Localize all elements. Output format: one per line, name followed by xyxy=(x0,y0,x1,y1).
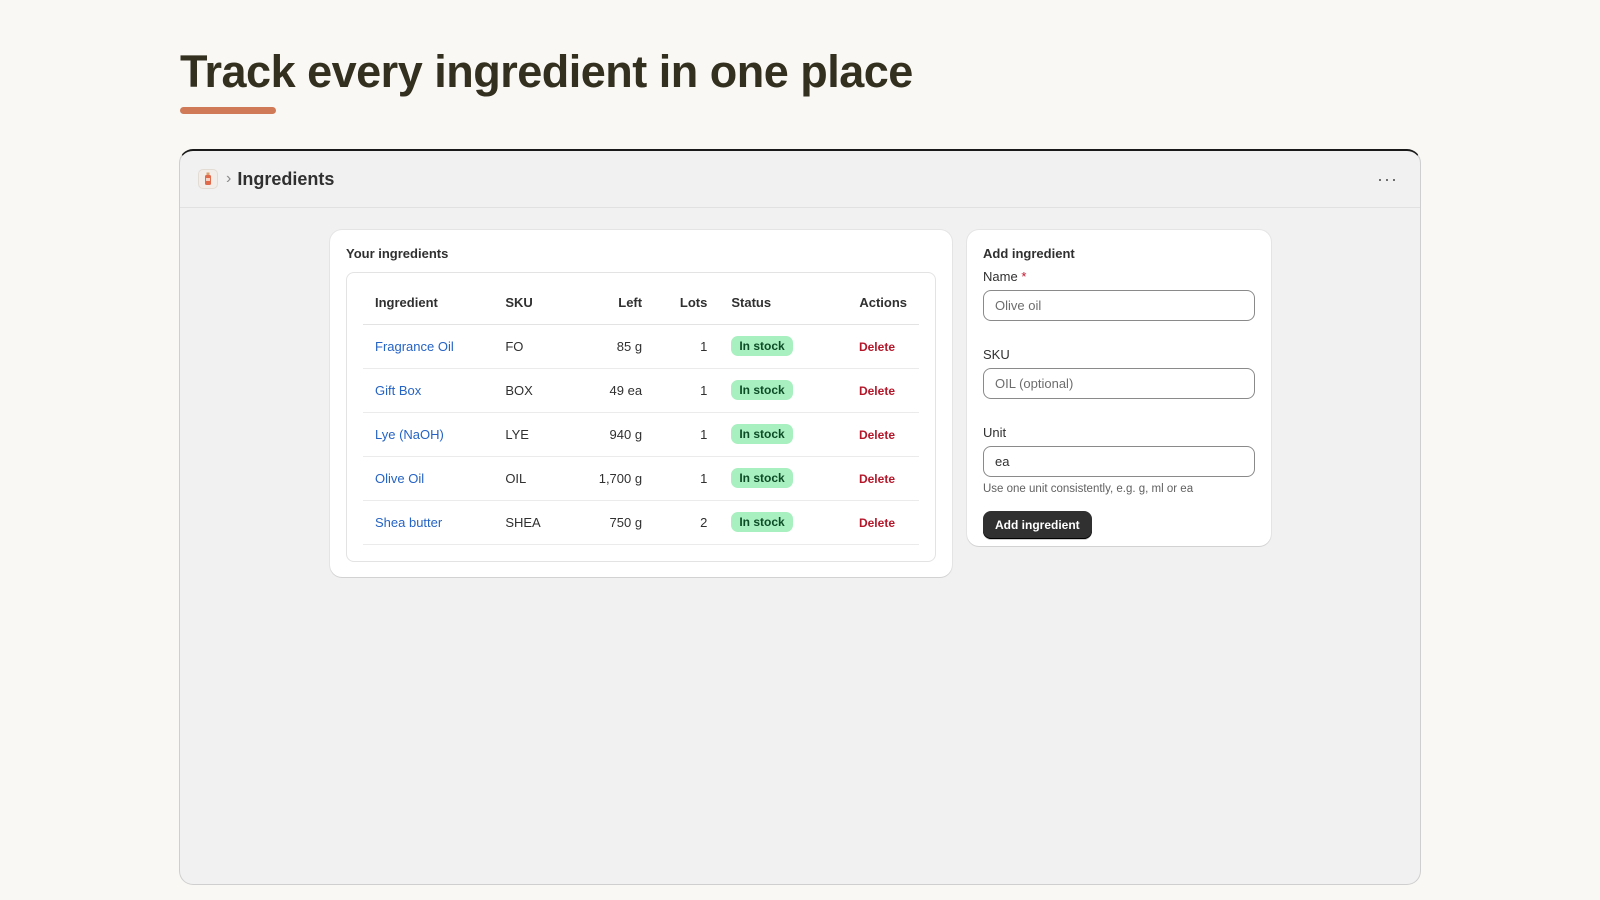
delete-button[interactable]: Delete xyxy=(859,516,895,530)
page-title: Ingredients xyxy=(237,168,335,189)
delete-button[interactable]: Delete xyxy=(859,428,895,442)
sku-cell: SHEA xyxy=(493,500,569,545)
name-input[interactable] xyxy=(983,290,1255,321)
add-ingredient-card: Add ingredient Name * SKU Unit Use one u… xyxy=(967,230,1271,546)
name-field-label: Name * xyxy=(983,269,1255,284)
more-actions-button[interactable]: ··· xyxy=(1377,169,1398,190)
ingredients-card: Your ingredients Ingredient SKU Left Lot… xyxy=(330,230,952,577)
column-header-ingredient: Ingredient xyxy=(363,281,494,325)
table-row: Lye (NaOH) LYE 940 g 1 In stock Delete xyxy=(363,412,919,457)
lots-cell: 1 xyxy=(654,324,720,369)
ingredient-link[interactable]: Shea butter xyxy=(375,515,442,530)
delete-button[interactable]: Delete xyxy=(859,384,895,398)
sku-input[interactable] xyxy=(983,368,1255,399)
ingredients-card-title: Your ingredients xyxy=(346,246,449,261)
sku-cell: FO xyxy=(493,324,569,369)
page-headline: Track every ingredient in one place xyxy=(180,46,913,97)
ingredient-link[interactable]: Fragrance Oil xyxy=(375,339,454,354)
app-window: › Ingredients ··· Your ingredients Ingre… xyxy=(179,149,1421,885)
ingredient-link[interactable]: Olive Oil xyxy=(375,471,424,486)
breadcrumb-separator: › xyxy=(226,170,232,187)
left-cell: 49 ea xyxy=(568,368,655,413)
unit-field-label: Unit xyxy=(983,425,1007,440)
headline-underline xyxy=(180,107,276,114)
column-header-lots: Lots xyxy=(654,281,720,325)
left-cell: 1,700 g xyxy=(568,456,655,501)
status-badge: In stock xyxy=(731,380,793,400)
left-cell: 940 g xyxy=(568,412,655,457)
left-cell: 85 g xyxy=(568,324,655,369)
status-badge: In stock xyxy=(731,424,793,444)
ingredients-table: Ingredient SKU Left Lots Status Actions … xyxy=(363,281,919,545)
column-header-sku: SKU xyxy=(493,281,569,325)
left-cell: 750 g xyxy=(568,500,655,545)
add-ingredient-title: Add ingredient xyxy=(983,246,1075,261)
lots-cell: 1 xyxy=(654,412,720,457)
window-titlebar: › Ingredients ··· xyxy=(180,151,1420,208)
status-badge: In stock xyxy=(731,512,793,532)
ingredient-link[interactable]: Lye (NaOH) xyxy=(375,427,444,442)
table-header-row: Ingredient SKU Left Lots Status Actions xyxy=(363,281,919,325)
sku-field-label: SKU xyxy=(983,347,1010,362)
table-row: Shea butter SHEA 750 g 2 In stock Delete xyxy=(363,500,919,545)
ingredient-link[interactable]: Gift Box xyxy=(375,383,421,398)
sku-cell: OIL xyxy=(493,456,569,501)
lots-cell: 1 xyxy=(654,368,720,413)
required-marker: * xyxy=(1021,269,1027,284)
delete-button[interactable]: Delete xyxy=(859,472,895,486)
sku-cell: LYE xyxy=(493,412,569,457)
status-badge: In stock xyxy=(731,468,793,488)
status-badge: In stock xyxy=(731,336,793,356)
unit-help-text: Use one unit consistently, e.g. g, ml or… xyxy=(983,483,1194,495)
table-row: Olive Oil OIL 1,700 g 1 In stock Delete xyxy=(363,456,919,501)
column-header-status: Status xyxy=(719,281,828,325)
table-row: Fragrance Oil FO 85 g 1 In stock Delete xyxy=(363,324,919,369)
add-ingredient-button[interactable]: Add ingredient xyxy=(983,511,1092,539)
column-header-left: Left xyxy=(568,281,655,325)
bottle-icon xyxy=(198,169,218,189)
lots-cell: 2 xyxy=(654,500,720,545)
column-header-actions: Actions xyxy=(827,281,919,325)
ingredients-table-wrapper: Ingredient SKU Left Lots Status Actions … xyxy=(346,272,936,562)
sku-cell: BOX xyxy=(493,368,569,413)
lots-cell: 1 xyxy=(654,456,720,501)
unit-input[interactable] xyxy=(983,446,1255,477)
name-label-text: Name xyxy=(983,269,1018,284)
table-row: Gift Box BOX 49 ea 1 In stock Delete xyxy=(363,368,919,413)
delete-button[interactable]: Delete xyxy=(859,340,895,354)
